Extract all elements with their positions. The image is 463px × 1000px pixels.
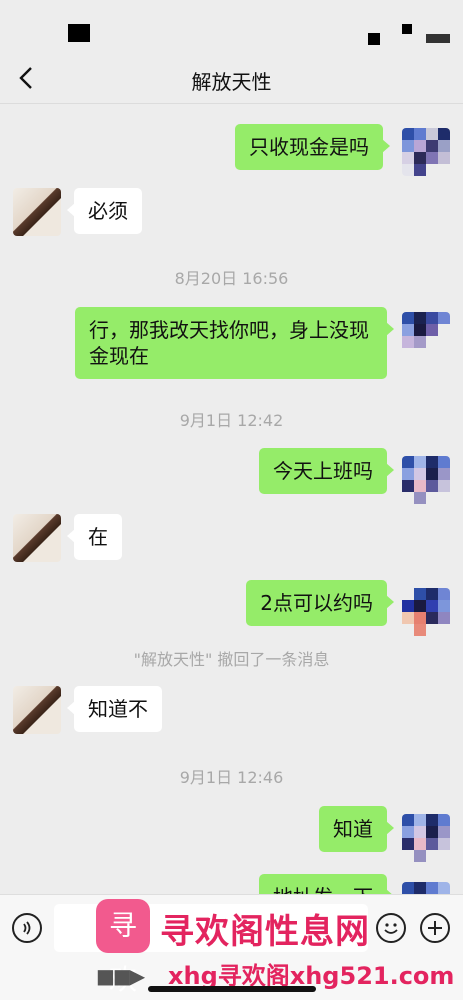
home-indicator[interactable] [148, 986, 316, 992]
timestamp: 9月1日 12:42 [179, 411, 284, 430]
message-bubble[interactable]: 2点可以约吗 [246, 580, 394, 626]
status-redaction [402, 24, 412, 34]
recall-notice: "解放天性" 撤回了一条消息 [133, 650, 330, 669]
timestamp: 8月20日 16:56 [174, 269, 289, 288]
avatar[interactable] [402, 456, 450, 504]
battery-icon [426, 34, 450, 43]
status-redaction [368, 33, 380, 45]
plus-icon[interactable] [420, 913, 450, 943]
page-title: 解放天性 [191, 70, 272, 94]
avatar[interactable] [402, 588, 450, 636]
message-bubble[interactable]: 今天上班吗 [259, 448, 394, 494]
avatar[interactable] [402, 882, 450, 894]
avatar[interactable] [402, 312, 450, 360]
avatar[interactable] [13, 188, 61, 236]
message-bubble[interactable]: 在 [67, 514, 122, 560]
chat-header: 解放天性 [0, 52, 463, 104]
message-bubble[interactable]: 地址发一下 [259, 874, 394, 894]
message-bubble[interactable]: 必须 [67, 188, 142, 234]
watermark-text: 寻欢阁性息网 [160, 912, 370, 952]
emoji-icon[interactable] [376, 913, 406, 943]
timestamp: 9月1日 12:46 [179, 768, 284, 787]
avatar[interactable] [402, 814, 450, 862]
message-bubble[interactable]: 只收现金是吗 [235, 124, 390, 170]
watermark-logo: 寻欢 [96, 899, 150, 996]
message-bubble[interactable]: 知道 [319, 806, 394, 852]
avatar[interactable] [13, 514, 61, 562]
avatar[interactable] [402, 128, 450, 176]
voice-icon[interactable] [12, 913, 42, 943]
message-bubble[interactable]: 知道不 [67, 686, 162, 732]
message-bubble[interactable]: 行，那我改天找你吧，身上没现金现在 [75, 307, 394, 379]
status-bar [0, 0, 463, 52]
message-list[interactable]: 只收现金是吗 必须 8月20日 16:56 行，那我改天找你吧，身上没现金现在 … [0, 104, 463, 894]
avatar[interactable] [13, 686, 61, 734]
arrow-icon: ■■▶ [96, 964, 145, 988]
status-redaction [68, 24, 90, 42]
